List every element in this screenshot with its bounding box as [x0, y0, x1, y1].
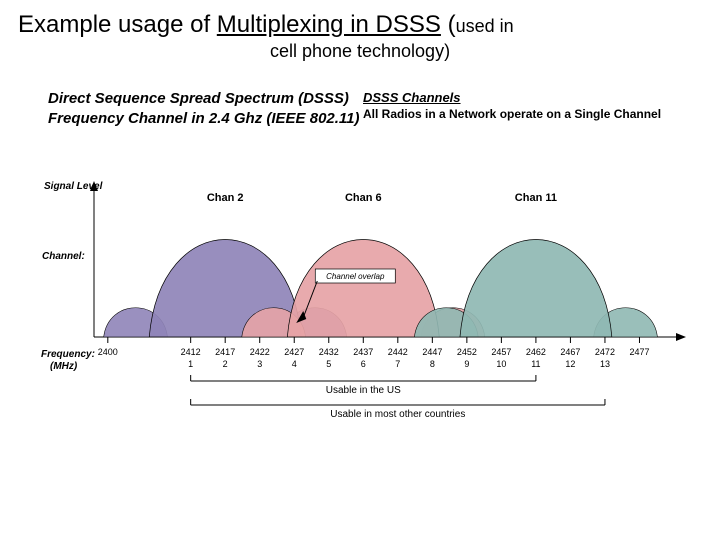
overlap-callout-text: Channel overlap — [326, 272, 385, 281]
tick-mhz: 2422 — [250, 347, 270, 357]
channel-label: Chan 6 — [345, 192, 382, 204]
tick-mhz: 2432 — [319, 347, 339, 357]
main-lobe — [460, 240, 612, 338]
tick-channel: 2 — [223, 359, 228, 369]
title-small-2: cell phone technology) — [140, 40, 580, 63]
tick-mhz: 2442 — [388, 347, 408, 357]
tick-mhz: 2400 — [98, 347, 118, 357]
tick-channel: 13 — [600, 359, 610, 369]
tick-channel: 10 — [496, 359, 506, 369]
tick-channel: 3 — [257, 359, 262, 369]
svg-text:(MHz): (MHz) — [50, 361, 78, 372]
tick-channel: 11 — [531, 359, 540, 369]
figure-subheading-line: All Radios in a Network operate on a Sin… — [363, 107, 661, 121]
channel-label: Chan 11 — [515, 192, 557, 204]
main-lobe — [287, 240, 439, 338]
tick-mhz: 2417 — [215, 347, 235, 357]
title-paren-open: ( — [441, 11, 456, 38]
figure: Direct Sequence Spread Spectrum (DSSS) F… — [28, 89, 692, 368]
tick-mhz: 2427 — [284, 347, 304, 357]
plot-svg: Signal Level Channel: Frequency:(MHz) Chan … — [34, 147, 694, 447]
tick-mhz: 2447 — [422, 347, 442, 357]
svg-text:Signal Level: Signal Level — [44, 181, 103, 192]
tick-mhz: 2452 — [457, 347, 477, 357]
tick-mhz: 2457 — [491, 347, 511, 357]
dsss-channel-plot: Signal LevelChannel:Frequency:(MHz)Chan … — [34, 147, 674, 367]
tick-channel: 12 — [565, 359, 575, 369]
tick-channel: 9 — [464, 359, 469, 369]
figure-subheading: DSSS Channels All Radios in a Network op… — [363, 89, 661, 123]
svg-text:Frequency:: Frequency: — [41, 349, 95, 360]
figure-subheading-title: DSSS Channels — [363, 90, 461, 105]
range-label: Usable in the US — [326, 385, 401, 396]
title-prefix: Example usage of — [18, 11, 217, 38]
tick-mhz: 2467 — [560, 347, 580, 357]
tick-channel: 6 — [361, 359, 366, 369]
tick-mhz: 2412 — [181, 347, 201, 357]
channel-label: Chan 2 — [207, 192, 244, 204]
tick-channel: 5 — [326, 359, 331, 369]
tick-channel: 8 — [430, 359, 435, 369]
title-link-text: Multiplexing in DSSS — [217, 11, 441, 38]
title-small-1: used in — [456, 16, 514, 36]
tick-mhz: 2472 — [595, 347, 615, 357]
tick-mhz: 2462 — [526, 347, 546, 357]
tick-channel: 1 — [188, 359, 193, 369]
tick-mhz: 2437 — [353, 347, 373, 357]
tick-mhz: 2477 — [629, 347, 649, 357]
tick-channel: 7 — [395, 359, 400, 369]
figure-heading-line2: Frequency Channel in 2.4 Ghz (IEEE 802.1… — [48, 110, 359, 127]
slide-title: Example usage of Multiplexing in DSSS (u… — [0, 0, 720, 63]
figure-heading-line1: Direct Sequence Spread Spectrum (DSSS) — [48, 90, 349, 107]
range-label: Usable in most other countries — [330, 409, 465, 420]
svg-text:Channel:: Channel: — [42, 251, 85, 262]
tick-channel: 4 — [292, 359, 297, 369]
